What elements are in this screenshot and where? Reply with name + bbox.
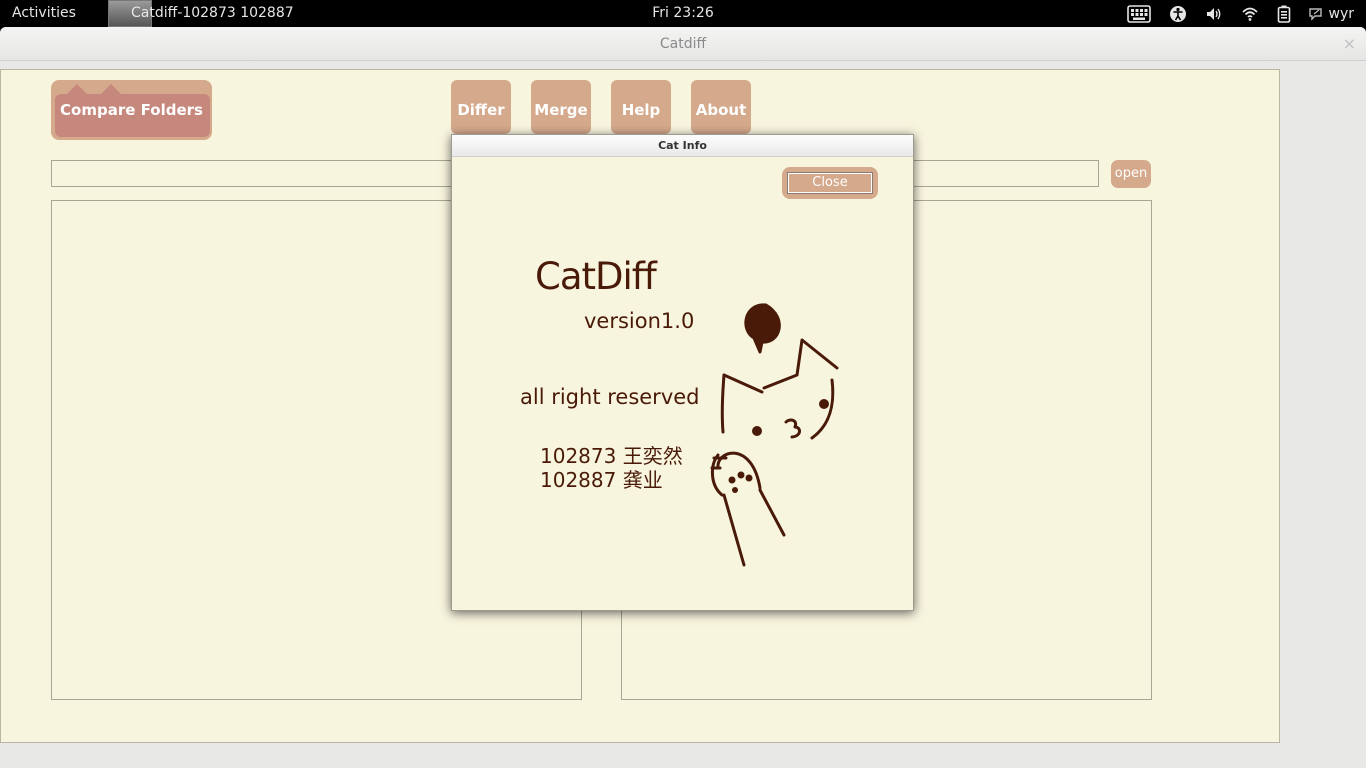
wifi-icon[interactable] [1241,5,1259,23]
dialog-close-button[interactable]: Close [782,167,878,199]
volume-icon[interactable] [1205,5,1223,23]
compare-folders-button[interactable]: Compare Folders [51,80,212,140]
differ-button[interactable]: Differ [451,80,511,134]
version-text: version1.0 [584,309,695,333]
open-button[interactable]: open [1111,160,1151,188]
cat-info-dialog: Cat Info Close CatDiff version1.0 all ri… [451,134,914,611]
app-menu-title[interactable]: Catdiff-102873 102887 [131,5,294,21]
help-button[interactable]: Help [611,80,671,134]
battery-icon[interactable] [1277,5,1291,23]
window-title: Catdiff [659,36,707,52]
cat-illustration-icon [710,303,839,567]
dialog-title[interactable]: Cat Info [452,135,913,157]
top-bar: Activities Catdiff-102873 102887 Fri 23:… [0,0,1366,27]
accessibility-icon[interactable] [1169,5,1187,23]
window-titlebar[interactable]: Catdiff × [0,27,1366,61]
dialog-close-label: Close [787,172,873,194]
keyboard-icon[interactable] [1126,5,1151,23]
activities-button[interactable]: Activities [12,5,76,21]
rights-text: all right reserved [520,385,700,409]
author-line-2: 102887 龚业 [540,468,663,492]
user-name: wyr [1328,6,1355,22]
compare-folders-label: Compare Folders [60,101,203,119]
about-button[interactable]: About [691,80,751,134]
system-tray: wyr [1126,3,1355,25]
window-bottom-bar [0,743,1366,768]
merge-button[interactable]: Merge [531,80,591,134]
window-close-button[interactable]: × [1343,27,1356,61]
app-name-text: CatDiff [535,255,657,298]
user-menu[interactable]: wyr [1308,6,1355,22]
user-status-icon [1308,7,1323,21]
